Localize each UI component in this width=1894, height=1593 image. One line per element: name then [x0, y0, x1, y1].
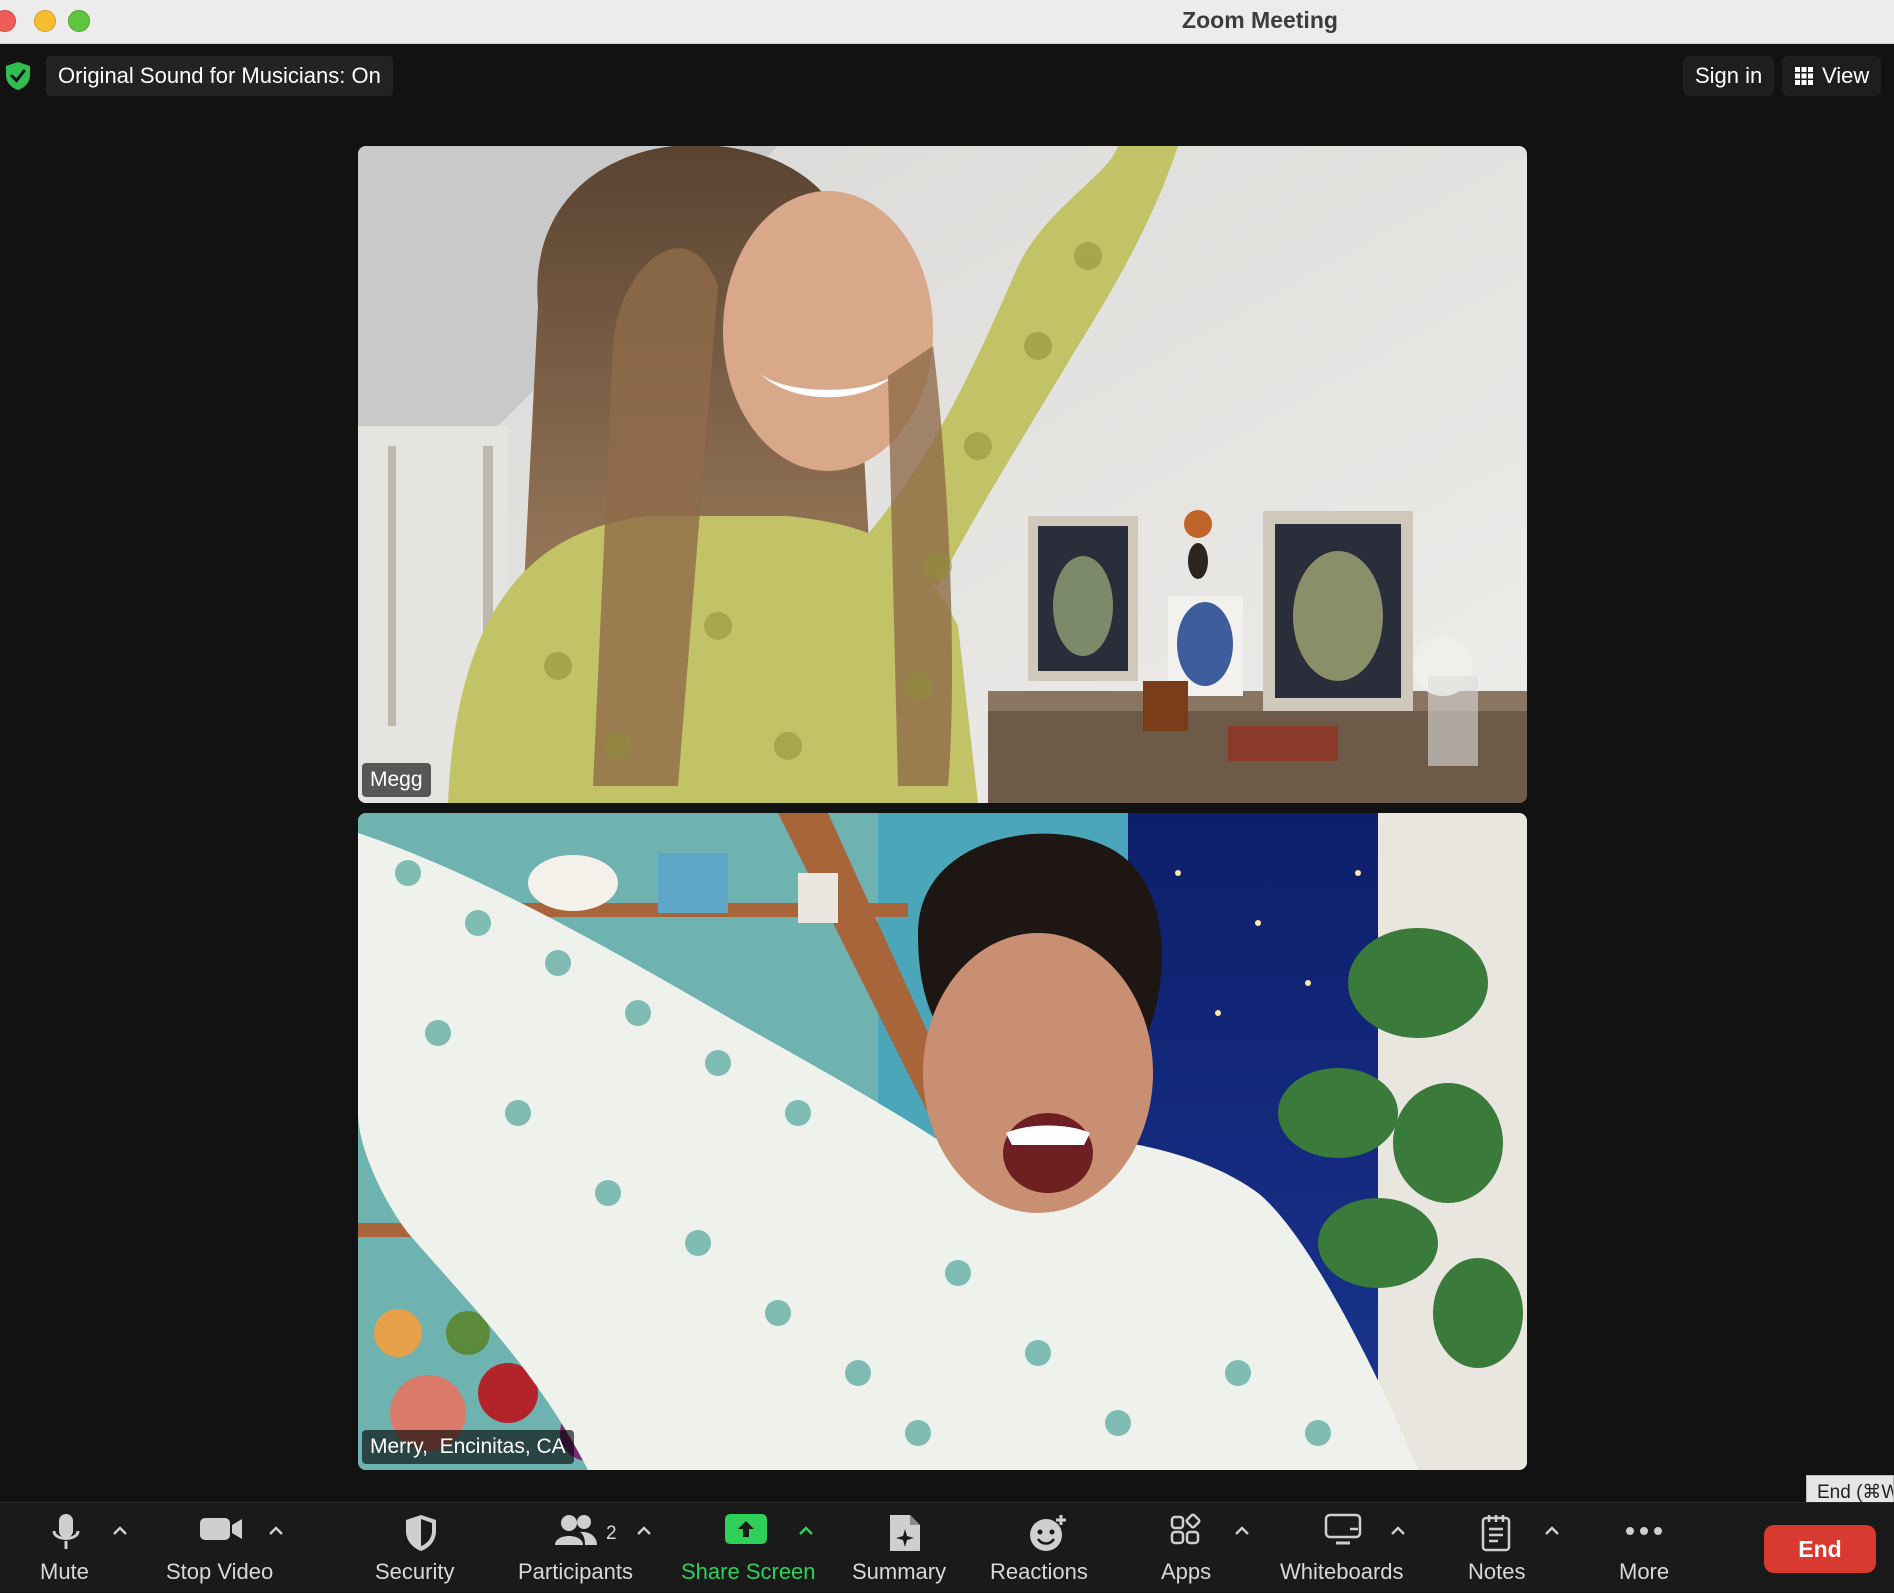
- apps-label: Apps: [1161, 1559, 1212, 1584]
- original-sound-indicator[interactable]: Original Sound for Musicians: On: [0, 56, 393, 96]
- notes-label: Notes: [1468, 1559, 1526, 1584]
- summary-button[interactable]: Summary: [850, 1503, 960, 1593]
- smiley-plus-icon: [1030, 1515, 1066, 1551]
- encryption-shield-icon: [6, 62, 30, 90]
- close-window-button[interactable]: [0, 10, 16, 32]
- whiteboards-options-chevron[interactable]: [1388, 1521, 1412, 1545]
- video-camera-icon: [200, 1518, 242, 1540]
- chevron-up-icon: [1235, 1526, 1249, 1535]
- sign-in-label: Sign in: [1695, 63, 1763, 88]
- shield-icon: [406, 1515, 436, 1551]
- chevron-up-icon: [637, 1526, 651, 1535]
- chevron-up-icon: [1391, 1526, 1405, 1535]
- whiteboards-button[interactable]: Whiteboards: [1276, 1503, 1410, 1593]
- apps-options-chevron[interactable]: [1232, 1521, 1256, 1545]
- mute-label: Mute: [40, 1559, 89, 1584]
- chevron-up-icon: [799, 1526, 813, 1535]
- whiteboard-icon: [1324, 1513, 1362, 1545]
- end-label: End: [1798, 1535, 1842, 1562]
- notes-options-chevron[interactable]: [1542, 1521, 1566, 1545]
- stop-video-label: Stop Video: [166, 1559, 274, 1584]
- summary-document-icon: [890, 1515, 920, 1551]
- participants-label: Participants: [518, 1559, 633, 1584]
- security-button[interactable]: Security: [370, 1503, 470, 1593]
- grid-icon: [1795, 67, 1813, 85]
- security-label: Security: [375, 1559, 455, 1584]
- video-tile[interactable]: Megg: [358, 146, 1527, 803]
- participant-video: [358, 813, 1527, 1470]
- more-dots-icon: [1626, 1527, 1662, 1535]
- participants-options-chevron[interactable]: [634, 1521, 658, 1545]
- participants-button[interactable]: 2 Participants: [512, 1503, 642, 1593]
- meeting-toolbar: Mute Stop Video Security 2 Participants: [0, 1502, 1894, 1592]
- reactions-label: Reactions: [990, 1559, 1088, 1584]
- view-label: View: [1822, 63, 1870, 88]
- share-screen-icon: [725, 1514, 767, 1544]
- apps-button[interactable]: Apps: [1150, 1503, 1220, 1593]
- mute-button[interactable]: Mute: [26, 1503, 106, 1593]
- chevron-up-icon: [269, 1526, 283, 1535]
- participants-icon: [555, 1515, 597, 1545]
- share-options-chevron[interactable]: [796, 1521, 820, 1545]
- more-label: More: [1619, 1559, 1670, 1584]
- video-tile[interactable]: Merry, Encinitas, CA: [358, 813, 1527, 1470]
- sign-in-button[interactable]: Sign in: [1683, 56, 1775, 96]
- reactions-button[interactable]: Reactions: [988, 1503, 1108, 1593]
- whiteboards-label: Whiteboards: [1280, 1559, 1404, 1584]
- participant-count: 2: [606, 1523, 617, 1544]
- chevron-up-icon: [113, 1526, 127, 1535]
- stop-video-button[interactable]: Stop Video: [160, 1503, 280, 1593]
- participant-video: [358, 146, 1527, 803]
- microphone-icon: [52, 1514, 80, 1549]
- video-options-chevron[interactable]: [266, 1521, 290, 1545]
- minimize-window-button[interactable]: [34, 10, 56, 32]
- original-sound-label: Original Sound for Musicians: On: [46, 56, 393, 96]
- apps-icon: [1170, 1513, 1201, 1545]
- share-screen-button[interactable]: Share Screen: [676, 1503, 816, 1593]
- maximize-window-button[interactable]: [68, 10, 90, 32]
- view-button[interactable]: View: [1782, 56, 1882, 96]
- end-meeting-button[interactable]: End: [1764, 1525, 1876, 1573]
- summary-label: Summary: [852, 1559, 947, 1584]
- window-title: Zoom Meeting: [1182, 7, 1338, 33]
- notes-icon: [1481, 1515, 1511, 1552]
- audio-options-chevron[interactable]: [110, 1521, 134, 1545]
- title-bar: Zoom Meeting: [0, 0, 1894, 44]
- notes-button[interactable]: Notes: [1456, 1503, 1536, 1593]
- participant-name-tag: Megg: [362, 763, 431, 797]
- more-button[interactable]: More: [1604, 1503, 1684, 1593]
- participant-name-tag: Merry, Encinitas, CA: [362, 1430, 574, 1464]
- share-screen-label: Share Screen: [681, 1559, 816, 1584]
- chevron-up-icon: [1545, 1526, 1559, 1535]
